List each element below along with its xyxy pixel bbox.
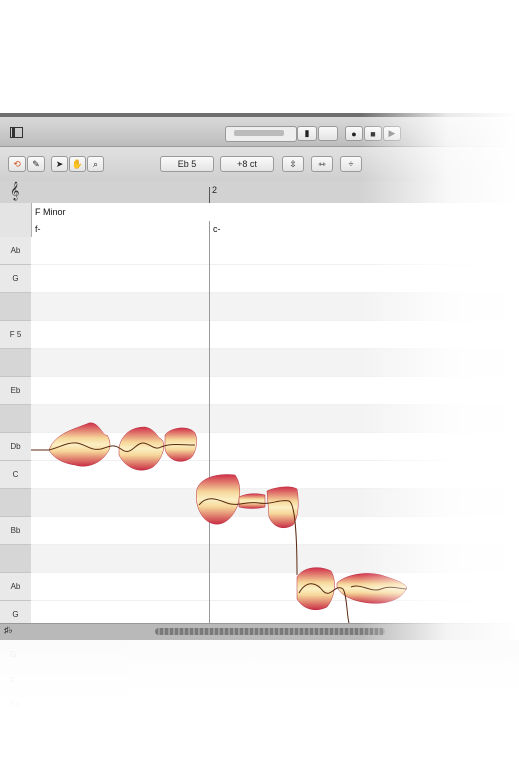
note-editor-grid[interactable] [31,237,519,629]
zoom-tool-button[interactable]: ⌕ [87,156,104,172]
sharp-flat-icon[interactable]: ♯♭ [4,625,13,636]
note-blob [238,493,266,509]
note-blob [336,573,408,604]
waveform-overview[interactable] [155,628,385,635]
volume-slider[interactable] [225,126,297,142]
edit-tool-button[interactable]: ✎ [27,156,45,172]
pitch-tool-button[interactable]: ⟲ [8,156,26,172]
chord-label: c- [213,224,221,234]
hand-tool-button[interactable]: ✋ [69,156,86,172]
time-stretch-icon[interactable]: ⇿ [311,156,333,172]
piano-key[interactable] [0,405,31,433]
stop-button[interactable]: ■ [364,126,382,141]
piano-key[interactable]: Ab [0,573,31,601]
pitch-snap-icon[interactable]: ⇳ [282,156,304,172]
bar-number: 2 [212,185,218,195]
melodyne-window: ▮ ● ■ ▶ ⟲ ✎ ➤ ✋ ⌕ Eb 5 +8 ct ⇳ ⇿ ÷ 𝄞 2 F… [0,113,519,640]
window-button[interactable] [318,126,338,141]
separation-icon[interactable]: ÷ [340,156,362,172]
clef-icon[interactable]: 𝄞 [10,183,19,201]
play-button[interactable]: ▶ [383,126,401,141]
note-blob [266,486,299,528]
piano-key[interactable] [0,293,31,321]
chord-label: f- [35,224,41,234]
pointer-tool-button[interactable]: ➤ [51,156,68,172]
cents-field[interactable]: +8 ct [220,156,274,172]
key-signature-lane[interactable]: F Minor [31,203,519,222]
piano-key[interactable] [0,545,31,573]
note-blob [118,426,164,471]
piano-keyboard[interactable]: Ab G F 5 Eb Db C Bb Ab G [0,203,32,629]
sidebar-toggle-icon[interactable] [10,127,23,138]
piano-key[interactable]: Bb [0,517,31,545]
overview-bar[interactable]: ♯♭ [0,623,519,640]
record-button[interactable]: ● [345,126,363,141]
piano-key[interactable]: Db [0,433,31,461]
marker-button[interactable]: ▮ [297,126,317,141]
chord-lane[interactable]: f- c- [31,221,519,238]
note-blob [296,567,335,610]
note-blob [48,422,111,467]
title-bar: ▮ ● ■ ▶ [0,113,519,147]
piano-key[interactable] [0,349,31,377]
toolbar: ⟲ ✎ ➤ ✋ ⌕ Eb 5 +8 ct ⇳ ⇿ ÷ [0,147,519,182]
pitch-field[interactable]: Eb 5 [160,156,214,172]
piano-key[interactable]: C [0,461,31,489]
window-reflection: G F Eb [0,640,519,720]
piano-key[interactable]: Ab [0,237,31,265]
key-signature-label: F Minor [35,207,66,217]
piano-key[interactable]: G [0,265,31,293]
piano-key[interactable]: F 5 [0,321,31,349]
blob-canvas [31,422,408,623]
time-ruler[interactable]: 𝄞 2 [0,181,519,204]
piano-key[interactable]: Eb [0,377,31,405]
piano-key[interactable] [0,489,31,517]
